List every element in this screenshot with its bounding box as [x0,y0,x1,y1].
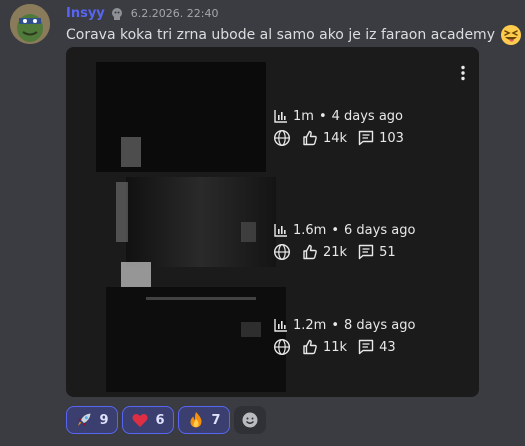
reaction-heart[interactable]: 6 [122,406,174,434]
message-text: Corava koka tri zrna ubode al samo ako j… [66,27,495,43]
kebab-menu-icon[interactable] [457,65,469,81]
video-stats-engagement-row: 14k 103 [273,127,473,149]
message-content: Corava koka tri zrna ubode al samo ako j… [66,24,522,46]
globe-icon [273,338,291,356]
video-stats-engagement-row: 11k 43 [273,336,473,358]
globe-icon [273,129,291,147]
video-stats-views-row: 1.2m • 8 days ago [273,314,473,336]
video-likes: 11k [323,339,348,355]
squinting-face-with-tongue-icon [500,24,522,46]
add-reaction-smiley-icon [242,412,258,428]
separator: • [318,108,327,124]
thumbs-up-icon [303,130,317,146]
analytics-icon [274,110,287,123]
separator: • [331,317,340,333]
video-stats-views-row: 1m • 4 days ago [273,105,473,127]
video-stats-engagement-row: 21k 51 [273,241,473,263]
analytics-icon [274,224,287,237]
thumbs-up-icon [303,339,317,355]
video-views: 1m [293,108,314,124]
video-likes: 14k [323,130,348,146]
reaction-fire[interactable]: 7 [178,406,230,434]
comment-icon [358,130,374,146]
video-stats-views-row: 1.6m • 6 days ago [273,219,473,241]
video-age: 8 days ago [344,317,416,333]
globe-icon [273,243,291,261]
username[interactable]: Insyy [66,6,105,21]
message-header: Insyy 6.2.2026. 22:40 [66,4,218,22]
reaction-count: 9 [99,412,109,428]
comment-icon [358,244,374,260]
reaction-rocket[interactable]: 9 [66,406,118,434]
chat-message: Insyy 6.2.2026. 22:40 Corava koka tri zr… [0,0,525,446]
reactions-bar: 9 6 7 [66,406,266,434]
video-stats-1: 1m • 4 days ago 14k 103 [273,105,473,149]
reaction-count: 7 [211,412,221,428]
video-comments: 43 [379,339,396,355]
video-stats-3: 1.2m • 8 days ago 11k 43 [273,314,473,358]
image-attachment[interactable]: 1m • 4 days ago 14k 103 1.6m • 6 days ag… [66,47,479,397]
red-heart-icon [132,413,148,427]
avatar[interactable] [10,4,50,44]
message-timestamp: 6.2.2026. 22:40 [130,6,219,20]
add-reaction-button[interactable] [234,406,266,434]
video-comments: 51 [379,244,396,260]
role-badge-icon [110,6,124,20]
video-stats-2: 1.6m • 6 days ago 21k 51 [273,219,473,263]
analytics-icon [274,319,287,332]
video-views: 1.6m [293,222,327,238]
separator: • [331,222,340,238]
reaction-count: 6 [155,412,165,428]
video-comments: 103 [379,130,404,146]
comment-icon [358,339,374,355]
video-likes: 21k [323,244,348,260]
video-age: 4 days ago [331,108,404,124]
thumbs-up-icon [303,244,317,260]
video-age: 6 days ago [344,222,416,238]
fire-icon [190,412,202,428]
rocket-icon [78,413,91,426]
video-views: 1.2m [293,317,327,333]
